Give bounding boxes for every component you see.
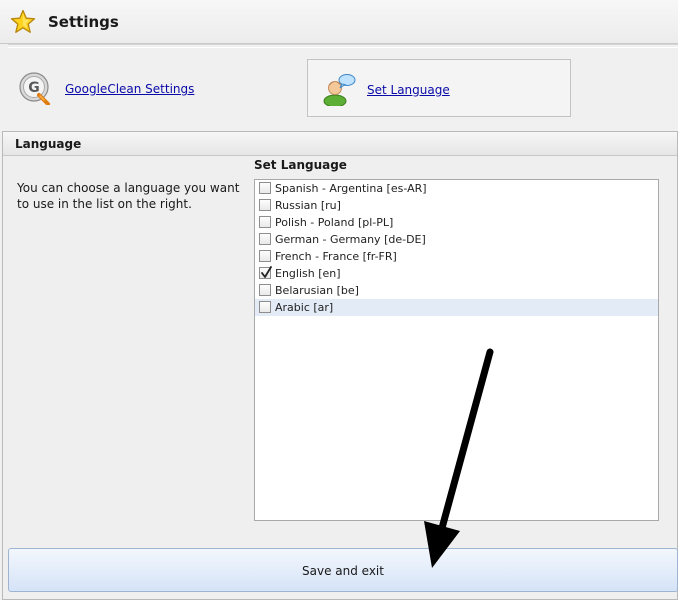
language-checkbox[interactable] xyxy=(259,199,271,211)
language-item[interactable]: German - Germany [de-DE] xyxy=(255,231,658,248)
language-checkbox[interactable] xyxy=(259,266,272,279)
nav-label-set-language[interactable]: Set Language xyxy=(367,83,450,97)
language-description: You can choose a language you want to us… xyxy=(17,181,240,211)
save-and-exit-button[interactable]: Save and exit xyxy=(8,548,678,592)
language-checkbox[interactable] xyxy=(259,284,271,296)
language-item[interactable]: English [en] xyxy=(255,265,658,282)
language-label: German - Germany [de-DE] xyxy=(275,233,426,246)
language-list-title: Set Language xyxy=(254,158,347,172)
star-icon xyxy=(10,9,36,33)
language-item[interactable]: Spanish - Argentina [es-AR] xyxy=(255,180,658,197)
language-item[interactable]: Belarusian [be] xyxy=(255,282,658,299)
title-bar: Settings xyxy=(0,0,678,44)
nav-item-googleclean-settings[interactable]: G GoogleClean Settings xyxy=(8,59,278,117)
language-checkbox[interactable] xyxy=(259,216,271,228)
language-checkbox[interactable] xyxy=(259,233,271,245)
language-checkbox[interactable] xyxy=(259,301,271,313)
language-label: Spanish - Argentina [es-AR] xyxy=(275,182,427,195)
language-item[interactable]: Polish - Poland [pl-PL] xyxy=(255,214,658,231)
language-item[interactable]: Arabic [ar] xyxy=(255,299,658,316)
language-label: Russian [ru] xyxy=(275,199,341,212)
panel-header: Language xyxy=(3,132,677,156)
user-speech-icon xyxy=(323,74,356,106)
language-label: French - France [fr-FR] xyxy=(275,250,397,263)
language-label: Polish - Poland [pl-PL] xyxy=(275,216,394,229)
googleclean-settings-icon: G xyxy=(19,72,50,105)
language-list[interactable]: Spanish - Argentina [es-AR] Russian [ru]… xyxy=(254,179,659,521)
language-item[interactable]: Russian [ru] xyxy=(255,197,658,214)
language-label: Belarusian [be] xyxy=(275,284,359,297)
nav-label-googleclean-settings[interactable]: GoogleClean Settings xyxy=(65,82,194,96)
nav-item-set-language[interactable]: Set Language xyxy=(307,59,571,117)
language-label: Arabic [ar] xyxy=(275,301,334,314)
checkmark-icon xyxy=(261,266,272,278)
language-checkbox[interactable] xyxy=(259,250,271,262)
language-label: English [en] xyxy=(275,267,341,280)
language-panel: Language You can choose a language you w… xyxy=(2,131,678,600)
window-title: Settings xyxy=(48,13,119,31)
language-item[interactable]: French - France [fr-FR] xyxy=(255,248,658,265)
language-checkbox[interactable] xyxy=(259,182,271,194)
settings-nav: G GoogleClean Settings Set Language xyxy=(0,48,678,128)
